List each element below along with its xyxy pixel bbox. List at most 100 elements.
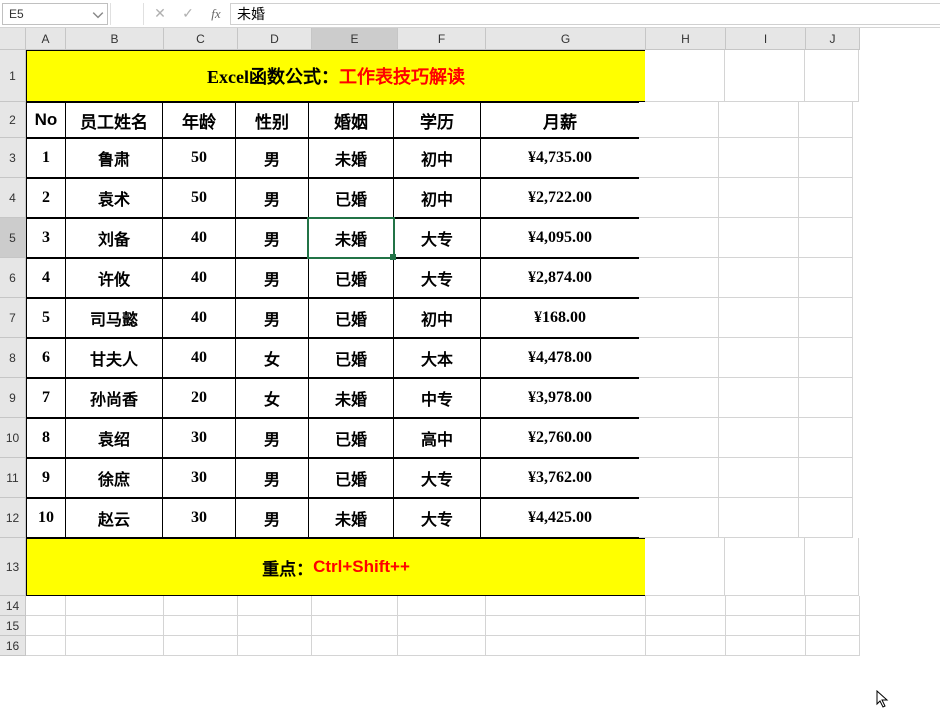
- cell[interactable]: [639, 418, 719, 458]
- table-cell-sex[interactable]: 男: [235, 298, 309, 338]
- cell[interactable]: [719, 338, 799, 378]
- table-cell-age[interactable]: 50: [162, 138, 236, 178]
- cell[interactable]: [639, 218, 719, 258]
- column-header-F[interactable]: F: [398, 28, 486, 50]
- table-cell-edu[interactable]: 中专: [393, 378, 481, 418]
- table-cell-marriage[interactable]: 已婚: [308, 458, 394, 498]
- cell[interactable]: [66, 636, 164, 656]
- table-cell-salary[interactable]: ¥3,762.00: [480, 458, 640, 498]
- column-header-B[interactable]: B: [66, 28, 164, 50]
- table-cell-name[interactable]: 赵云: [65, 498, 163, 538]
- table-cell-salary[interactable]: ¥2,760.00: [480, 418, 640, 458]
- table-cell-no[interactable]: 7: [26, 378, 66, 418]
- table-cell-salary[interactable]: ¥4,735.00: [480, 138, 640, 178]
- table-cell-name[interactable]: 甘夫人: [65, 338, 163, 378]
- cell[interactable]: [719, 258, 799, 298]
- cell[interactable]: [486, 596, 646, 616]
- table-cell-edu[interactable]: 大专: [393, 258, 481, 298]
- cell[interactable]: [799, 138, 853, 178]
- table-cell-age[interactable]: 20: [162, 378, 236, 418]
- row-header-12[interactable]: 12: [0, 498, 26, 538]
- table-cell-salary[interactable]: ¥4,478.00: [480, 338, 640, 378]
- table-cell-edu[interactable]: 大专: [393, 498, 481, 538]
- cell[interactable]: [799, 378, 853, 418]
- table-cell-marriage[interactable]: 未婚: [308, 138, 394, 178]
- cell[interactable]: [164, 636, 238, 656]
- table-cell-salary[interactable]: ¥4,095.00: [480, 218, 640, 258]
- cell[interactable]: [66, 596, 164, 616]
- cell[interactable]: [639, 138, 719, 178]
- grid[interactable]: Excel函数公式：工作表技巧解读No员工姓名年龄性别婚姻学历月薪1鲁肃50男未…: [26, 50, 860, 656]
- cell[interactable]: [726, 636, 806, 656]
- cell[interactable]: [238, 636, 312, 656]
- table-cell-edu[interactable]: 高中: [393, 418, 481, 458]
- table-cell-no[interactable]: 3: [26, 218, 66, 258]
- table-cell-name[interactable]: 孙尚香: [65, 378, 163, 418]
- table-cell-edu[interactable]: 大专: [393, 218, 481, 258]
- cell[interactable]: [26, 596, 66, 616]
- cell[interactable]: [806, 636, 860, 656]
- table-cell-sex[interactable]: 女: [235, 338, 309, 378]
- row-header-7[interactable]: 7: [0, 298, 26, 338]
- row-header-3[interactable]: 3: [0, 138, 26, 178]
- column-header-H[interactable]: H: [646, 28, 726, 50]
- table-cell-name[interactable]: 刘备: [65, 218, 163, 258]
- table-cell-marriage[interactable]: 已婚: [308, 178, 394, 218]
- cell[interactable]: [799, 258, 853, 298]
- table-cell-edu[interactable]: 初中: [393, 138, 481, 178]
- table-header-学历[interactable]: 学历: [393, 102, 481, 138]
- cell[interactable]: [719, 178, 799, 218]
- formula-input[interactable]: 未婚: [230, 3, 940, 25]
- table-cell-salary[interactable]: ¥3,978.00: [480, 378, 640, 418]
- table-cell-age[interactable]: 30: [162, 458, 236, 498]
- table-cell-no[interactable]: 4: [26, 258, 66, 298]
- table-cell-sex[interactable]: 男: [235, 258, 309, 298]
- table-cell-sex[interactable]: 女: [235, 378, 309, 418]
- cell[interactable]: [238, 616, 312, 636]
- table-cell-sex[interactable]: 男: [235, 458, 309, 498]
- cell[interactable]: [806, 596, 860, 616]
- row-header-4[interactable]: 4: [0, 178, 26, 218]
- cell[interactable]: [639, 378, 719, 418]
- row-header-1[interactable]: 1: [0, 50, 26, 102]
- table-cell-sex[interactable]: 男: [235, 178, 309, 218]
- cell[interactable]: [639, 258, 719, 298]
- table-cell-name[interactable]: 司马懿: [65, 298, 163, 338]
- name-box[interactable]: E5: [2, 3, 108, 25]
- cell[interactable]: [799, 498, 853, 538]
- table-cell-edu[interactable]: 初中: [393, 298, 481, 338]
- cell[interactable]: [639, 102, 719, 138]
- cell[interactable]: [725, 538, 805, 596]
- cell[interactable]: [238, 596, 312, 616]
- select-all-corner[interactable]: [0, 28, 26, 50]
- table-header-性别[interactable]: 性别: [235, 102, 309, 138]
- table-cell-marriage[interactable]: 未婚: [308, 218, 394, 258]
- table-header-月薪[interactable]: 月薪: [480, 102, 640, 138]
- table-cell-age[interactable]: 40: [162, 338, 236, 378]
- cell[interactable]: [312, 636, 398, 656]
- column-header-C[interactable]: C: [164, 28, 238, 50]
- column-header-I[interactable]: I: [726, 28, 806, 50]
- row-header-11[interactable]: 11: [0, 458, 26, 498]
- cell[interactable]: [486, 636, 646, 656]
- cell[interactable]: [639, 298, 719, 338]
- cell[interactable]: [799, 458, 853, 498]
- cell[interactable]: [639, 498, 719, 538]
- cell[interactable]: [799, 102, 853, 138]
- table-cell-sex[interactable]: 男: [235, 218, 309, 258]
- cell[interactable]: [639, 458, 719, 498]
- table-cell-age[interactable]: 40: [162, 218, 236, 258]
- fx-icon[interactable]: fx: [202, 3, 230, 25]
- table-cell-age[interactable]: 40: [162, 298, 236, 338]
- confirm-icon[interactable]: ✓: [174, 3, 202, 25]
- cell[interactable]: [312, 596, 398, 616]
- row-header-14[interactable]: 14: [0, 596, 26, 616]
- table-cell-sex[interactable]: 男: [235, 418, 309, 458]
- cell[interactable]: [719, 498, 799, 538]
- table-cell-no[interactable]: 2: [26, 178, 66, 218]
- table-cell-no[interactable]: 8: [26, 418, 66, 458]
- table-cell-marriage[interactable]: 已婚: [308, 298, 394, 338]
- table-cell-edu[interactable]: 大专: [393, 458, 481, 498]
- row-header-15[interactable]: 15: [0, 616, 26, 636]
- cell[interactable]: [312, 616, 398, 636]
